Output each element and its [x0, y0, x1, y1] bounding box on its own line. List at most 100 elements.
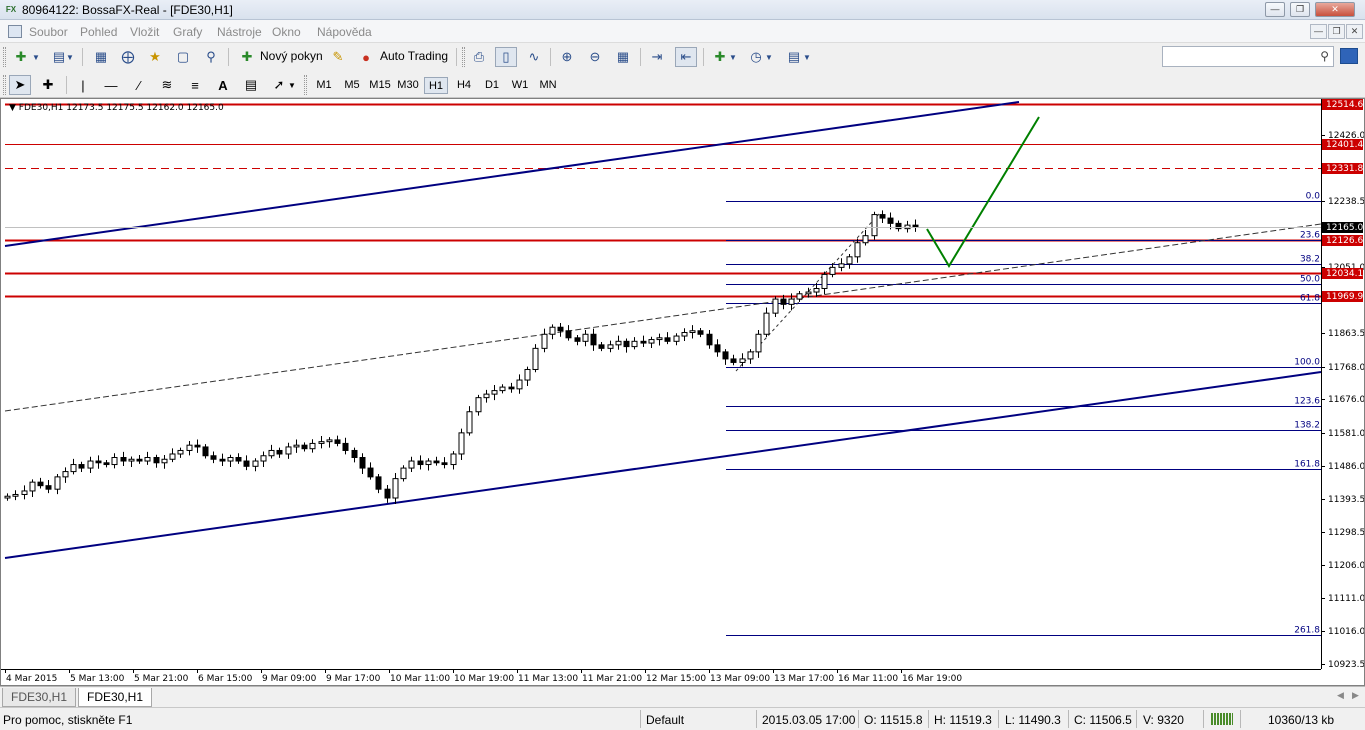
- minimize-button[interactable]: —: [1265, 2, 1285, 17]
- tester-icon[interactable]: ⚲: [200, 47, 222, 67]
- timeframe-m1[interactable]: M1: [312, 77, 336, 94]
- dropdown-arrow-icon[interactable]: ▼: [30, 47, 42, 67]
- menu-window[interactable]: Okno: [272, 25, 301, 39]
- time-tick-label: 16 Mar 11:00: [838, 674, 898, 684]
- candle-body: [177, 449, 184, 455]
- menu-view[interactable]: Pohled: [80, 25, 117, 39]
- candle-body: [309, 442, 316, 450]
- new-chart-icon[interactable]: ✚: [10, 47, 32, 67]
- equidistant-channel-icon[interactable]: ≋: [156, 75, 178, 95]
- menu-tools[interactable]: Nástroje: [217, 25, 262, 39]
- timeframe-m15[interactable]: M15: [368, 77, 392, 94]
- market-watch-icon[interactable]: ▦: [90, 47, 112, 67]
- trendline-icon[interactable]: ∕: [128, 75, 150, 95]
- dropdown-arrow-icon[interactable]: ▼: [801, 47, 813, 67]
- menu-file[interactable]: Soubor: [29, 25, 68, 39]
- timeframe-d1[interactable]: D1: [480, 77, 504, 94]
- dropdown-arrow-icon[interactable]: ▼: [727, 47, 739, 67]
- maximize-button[interactable]: ❐: [1290, 2, 1310, 17]
- trend-channel-line: [4, 101, 1020, 247]
- new-order-button[interactable]: Nový pokyn: [260, 49, 323, 63]
- chart-shift-icon[interactable]: ⇤: [675, 47, 697, 67]
- chart-tab[interactable]: FDE30,H1: [2, 688, 77, 707]
- timeframe-mn[interactable]: MN: [536, 77, 560, 94]
- menu-insert[interactable]: Vložit: [130, 25, 159, 39]
- symbol-info-text: FDE30,H1 12173.5 12175.5 12162.0 12165.0: [18, 103, 224, 113]
- candle-body: [12, 493, 19, 497]
- menu-bar: Soubor Pohled Vložit Grafy Nástroje Okno…: [0, 20, 1365, 43]
- community-icon[interactable]: [1340, 48, 1358, 64]
- candle-body: [37, 481, 44, 487]
- search-input[interactable]: ⚲: [1162, 46, 1334, 67]
- timeframe-m30[interactable]: M30: [396, 77, 420, 94]
- zoom-in-icon[interactable]: ⊕: [556, 47, 578, 67]
- text-label-icon[interactable]: ▤: [240, 75, 262, 95]
- bar-chart-icon[interactable]: ⎙: [468, 47, 490, 67]
- tab-scroll-right-icon[interactable]: ▶: [1352, 690, 1359, 701]
- candle-body: [557, 326, 564, 332]
- auto-trading-button[interactable]: Auto Trading: [380, 49, 448, 63]
- menu-help[interactable]: Nápověda: [317, 25, 372, 39]
- candle-body: [664, 337, 671, 342]
- dropdown-arrow-icon[interactable]: ▼: [64, 47, 76, 67]
- candle-body: [483, 393, 490, 399]
- candle-body: [169, 453, 176, 460]
- line-chart-icon[interactable]: ∿: [523, 47, 545, 67]
- candle-body: [879, 214, 886, 219]
- text-icon[interactable]: A: [212, 75, 234, 95]
- auto-scroll-icon[interactable]: ⇥: [646, 47, 668, 67]
- time-tick-label: 10 Mar 19:00: [454, 674, 514, 684]
- dropdown-arrow-icon[interactable]: ▼: [286, 75, 298, 95]
- new-order-icon[interactable]: ✚: [236, 47, 258, 67]
- crosshair-tool-icon[interactable]: ✚: [37, 75, 59, 95]
- mdi-restore-button[interactable]: ❐: [1328, 24, 1345, 39]
- metaeditor-icon[interactable]: ✎: [327, 47, 349, 67]
- candle-body: [45, 485, 52, 490]
- candle-body: [648, 339, 655, 344]
- time-tick-label: 11 Mar 13:00: [518, 674, 578, 684]
- time-tick-label: 6 Mar 15:00: [198, 674, 253, 684]
- candle-body: [796, 293, 803, 300]
- search-icon[interactable]: ⚲: [1320, 49, 1329, 63]
- connection-status-icon[interactable]: [1211, 713, 1233, 725]
- timeframe-m5[interactable]: M5: [340, 77, 364, 94]
- mdi-close-button[interactable]: ✕: [1346, 24, 1363, 39]
- close-button[interactable]: ✕: [1315, 2, 1355, 17]
- candlestick-chart-icon[interactable]: ▯: [495, 47, 517, 67]
- price-chart[interactable]: 0.0 23.6 38.2 50.0 61.8 100.0 123.6 138.2 161.8 2…: [1, 99, 1364, 685]
- auto-trading-icon[interactable]: ●: [355, 47, 377, 67]
- zoom-out-icon[interactable]: ⊖: [584, 47, 606, 67]
- timeframe-h1[interactable]: H1: [424, 77, 448, 94]
- chart-tab-active[interactable]: FDE30,H1: [78, 688, 153, 707]
- chart-window[interactable]: 0.0 23.6 38.2 50.0 61.8 100.0 123.6 138.2 161.8 2…: [0, 98, 1365, 686]
- candle-body: [862, 235, 869, 244]
- vertical-line-icon[interactable]: |: [72, 75, 94, 95]
- price-tick-label: 11768.0: [1328, 363, 1364, 373]
- horizontal-line-icon[interactable]: —: [100, 75, 122, 95]
- dropdown-arrow-icon[interactable]: ▼: [763, 47, 775, 67]
- cursor-icon[interactable]: ➤: [9, 75, 31, 95]
- candle-body: [136, 458, 143, 462]
- separator: [640, 48, 641, 66]
- candle-body: [532, 347, 539, 370]
- crosshair-icon[interactable]: ⨁: [117, 47, 139, 67]
- tile-windows-icon[interactable]: ▦: [612, 47, 634, 67]
- candle-body: [772, 298, 779, 314]
- separator: [756, 710, 757, 728]
- candle-body: [813, 288, 820, 293]
- fibonacci-icon[interactable]: ≡: [184, 75, 206, 95]
- separator: [928, 710, 929, 728]
- navigator-icon[interactable]: ★: [144, 47, 166, 67]
- candle-body: [243, 460, 250, 467]
- separator: [82, 48, 83, 66]
- toolbar-grip: [3, 47, 6, 67]
- timeframe-h4[interactable]: H4: [452, 77, 476, 94]
- time-tick-label: 9 Mar 17:00: [326, 674, 381, 684]
- document-menu-icon[interactable]: [8, 25, 22, 38]
- timeframe-w1[interactable]: W1: [508, 77, 532, 94]
- mdi-minimize-button[interactable]: —: [1310, 24, 1327, 39]
- menu-charts[interactable]: Grafy: [173, 25, 202, 39]
- terminal-icon[interactable]: ▢: [172, 47, 194, 67]
- candle-body: [516, 379, 523, 390]
- tab-scroll-left-icon[interactable]: ◀: [1337, 690, 1344, 701]
